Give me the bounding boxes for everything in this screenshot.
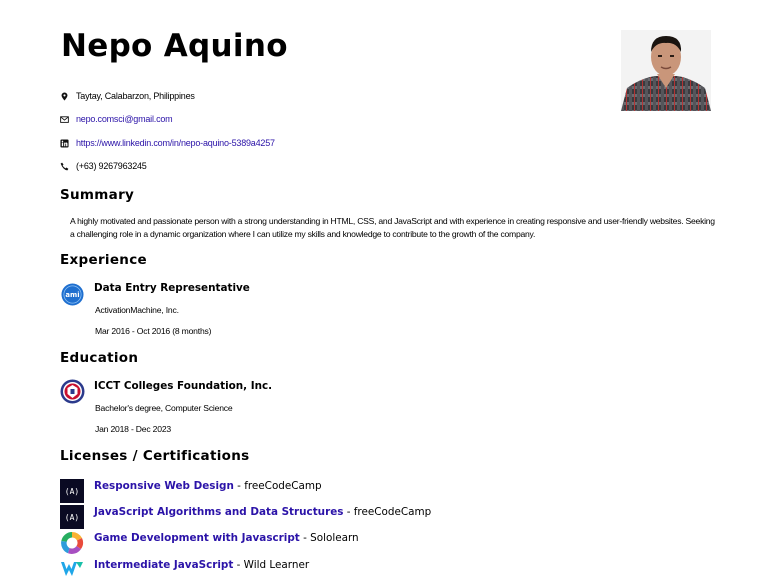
freecodecamp-icon: (A) [65,487,79,496]
email-link[interactable]: nepo.comsci@gmail.com [76,114,173,124]
summary-heading: Summary [60,187,135,203]
experience-dates: Mar 2016 - Oct 2016 (8 months) [95,326,212,336]
certification-title-link[interactable]: Responsive Web Design [94,480,234,492]
certification-source: - freeCodeCamp [343,506,432,518]
activationmachine-logo-text: ami [65,291,79,299]
wild-learner-logo [61,562,83,576]
certification-item: Game Development with Javascript - Solol… [94,532,359,544]
icct-seal-logo [60,379,85,404]
contact-location-text: Taytay, Calabarzon, Philippines [76,91,195,101]
certification-title-link[interactable]: Game Development with Javascript [94,532,300,544]
map-pin-icon [61,91,68,101]
profile-name: Nepo Aquino [61,28,288,64]
envelope-icon [60,115,69,123]
phone-icon [60,162,69,170]
certification-item: Intermediate JavaScript - Wild Learner [94,559,309,571]
contact-location: Taytay, Calabarzon, Philippines [60,91,195,101]
education-degree: Bachelor's degree, Computer Science [95,403,233,413]
certification-source: - Wild Learner [233,559,310,571]
freecodecamp-logo: (A) [60,505,84,529]
freecodecamp-logo: (A) [60,479,84,503]
certification-title-link[interactable]: JavaScript Algorithms and Data Structure… [94,506,343,518]
education-dates: Jan 2018 - Dec 2023 [95,424,171,434]
contact-phone: (+63) 9267963245 [60,161,147,171]
profile-photo [621,30,711,111]
contact-linkedin: https://www.linkedin.com/in/nepo-aquino-… [60,138,275,148]
contact-phone-text: (+63) 9267963245 [76,161,147,171]
education-heading: Education [60,350,139,366]
freecodecamp-icon-text: (A) [65,513,79,522]
activationmachine-logo: ami [61,283,84,306]
summary-text: A highly motivated and passionate person… [70,216,715,239]
certification-item: Responsive Web Design - freeCodeCamp [94,480,322,492]
certification-source: - Sololearn [299,532,359,544]
education-school: ICCT Colleges Foundation, Inc. [94,380,273,392]
linkedin-icon [60,138,69,148]
profile-photo-image [621,30,711,111]
experience-company: ActivationMachine, Inc. [95,305,179,315]
certifications-heading: Licenses / Certifications [60,448,250,464]
certification-title-link[interactable]: Intermediate JavaScript [94,559,233,571]
experience-title: Data Entry Representative [94,282,250,294]
certification-source: - freeCodeCamp [233,480,322,492]
sololearn-logo [61,531,84,554]
certification-item: JavaScript Algorithms and Data Structure… [94,506,431,518]
contact-email: nepo.comsci@gmail.com [60,114,173,124]
experience-heading: Experience [60,252,147,268]
linkedin-link[interactable]: https://www.linkedin.com/in/nepo-aquino-… [76,138,275,148]
freecodecamp-icon-text: (A) [65,487,79,496]
freecodecamp-icon: (A) [65,513,79,522]
